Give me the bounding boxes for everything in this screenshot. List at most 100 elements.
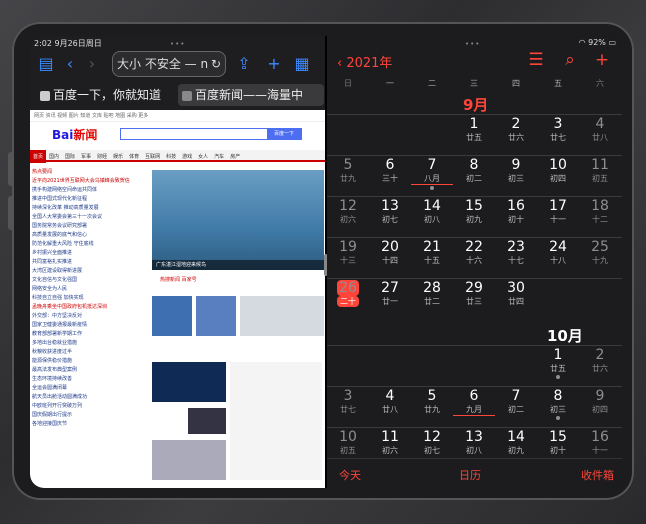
day-cell[interactable]: 15 初十 bbox=[537, 429, 579, 456]
day-cell[interactable]: 12 初六 bbox=[327, 198, 369, 225]
day-cell[interactable]: 23 十七 bbox=[495, 239, 537, 266]
news-nav-item[interactable]: 国内 bbox=[46, 150, 62, 163]
news-headline[interactable]: 国务院常务会议研究部署 bbox=[32, 222, 150, 231]
news-headline[interactable]: 防范化解重大风险 守住底线 bbox=[32, 240, 150, 249]
day-cell[interactable]: 10 初四 bbox=[537, 157, 579, 184]
news-image-small[interactable] bbox=[188, 408, 226, 434]
list-view-icon[interactable]: ☰ bbox=[525, 50, 547, 70]
day-cell[interactable]: 1 廿五 bbox=[537, 347, 579, 379]
news-image-dark[interactable] bbox=[152, 362, 226, 402]
day-cell[interactable]: 29 廿三 bbox=[453, 280, 495, 307]
month-label[interactable]: 9月 bbox=[463, 94, 488, 115]
news-headline[interactable]: 文化自信与文化强国 bbox=[32, 276, 150, 285]
day-cell[interactable]: 15 初九 bbox=[453, 198, 495, 225]
year-back-button[interactable]: ‹ 2021年 bbox=[337, 52, 392, 71]
news-nav-item[interactable]: 军事 bbox=[78, 150, 94, 163]
day-cell[interactable]: 7 八月 bbox=[411, 157, 453, 190]
day-cell[interactable]: 25 十九 bbox=[579, 239, 621, 266]
day-cell[interactable]: 2 廿六 bbox=[579, 347, 621, 374]
day-cell[interactable]: 14 初九 bbox=[495, 429, 537, 456]
news-headline[interactable]: 网络安全为人民 bbox=[32, 285, 150, 294]
day-cell[interactable]: 5 廿九 bbox=[411, 388, 453, 415]
news-headline[interactable]: 国庆假期出行提示 bbox=[32, 411, 150, 420]
news-nav-item[interactable]: 互联网 bbox=[142, 150, 163, 163]
baidu-news-logo[interactable]: Bai新闻 bbox=[52, 126, 97, 143]
news-nav-item[interactable]: 房产 bbox=[227, 150, 243, 163]
day-cell[interactable]: 11 初六 bbox=[369, 429, 411, 456]
news-headline[interactable]: 航天员出舱活动圆满成功 bbox=[32, 393, 150, 402]
hero-image-birds[interactable]: 广东湛江湿地迎来候鸟 bbox=[152, 170, 324, 270]
news-nav-item[interactable]: 科技 bbox=[163, 150, 179, 163]
tab-overview-icon[interactable]: ▦ bbox=[292, 54, 312, 74]
news-headline[interactable]: 全国人大常委会第三十一次会议 bbox=[32, 213, 150, 222]
news-headline[interactable]: 能源保供稳价措施 bbox=[32, 357, 150, 366]
news-headline[interactable]: 热点要闻 bbox=[32, 168, 150, 177]
tab-baidu-news[interactable]: 百度新闻——海量中 bbox=[178, 84, 324, 106]
day-cell[interactable]: 4 廿八 bbox=[579, 116, 621, 143]
news-search-input[interactable]: 百度一下 bbox=[120, 128, 302, 140]
day-cell[interactable]: 3 廿七 bbox=[327, 388, 369, 415]
promo-thumb-2[interactable] bbox=[196, 296, 236, 336]
news-headline[interactable]: 各地迎接国庆节 bbox=[32, 420, 150, 429]
day-cell[interactable]: 18 十二 bbox=[579, 198, 621, 225]
back-icon[interactable]: ‹ bbox=[60, 54, 80, 74]
day-cell[interactable]: 24 十八 bbox=[537, 239, 579, 266]
baidu-top-links[interactable]: 网页 资讯 视频 图片 知道 文库 贴吧 地图 采购 更多 bbox=[30, 110, 325, 122]
calendars-button[interactable]: 日历 bbox=[459, 467, 481, 483]
day-cell[interactable]: 6 三十 bbox=[369, 157, 411, 184]
news-nav-item[interactable]: 首页 bbox=[30, 150, 47, 163]
day-cell[interactable]: 30 廿四 bbox=[495, 280, 537, 307]
multitasking-grip-icon[interactable]: ••• bbox=[465, 40, 479, 48]
news-headline[interactable]: 大湾区建设取得新进展 bbox=[32, 267, 150, 276]
search-icon[interactable]: ⌕ bbox=[559, 50, 581, 70]
reload-icon[interactable]: ↻ bbox=[211, 52, 221, 76]
news-headline[interactable]: 教育部部署新学期工作 bbox=[32, 330, 150, 339]
news-headline[interactable]: 秋粮收获进度过半 bbox=[32, 348, 150, 357]
news-image-street[interactable] bbox=[152, 440, 226, 480]
promo-thumb-1[interactable] bbox=[152, 296, 192, 336]
address-bar[interactable]: 大小 不安全 — n ↻ bbox=[112, 51, 226, 77]
day-cell[interactable]: 1 廿五 bbox=[453, 116, 495, 143]
day-cell[interactable]: 16 十一 bbox=[579, 429, 621, 456]
day-cell[interactable]: 8 初三 bbox=[537, 388, 579, 420]
day-cell[interactable]: 9 初四 bbox=[579, 388, 621, 415]
close-tab-icon[interactable] bbox=[182, 90, 192, 101]
news-nav-item[interactable]: 游戏 bbox=[179, 150, 195, 163]
sidebar-icon[interactable]: ▤ bbox=[36, 54, 56, 74]
search-button[interactable]: 百度一下 bbox=[267, 129, 301, 139]
day-cell[interactable]: 11 初五 bbox=[579, 157, 621, 184]
day-cell[interactable]: 14 初八 bbox=[411, 198, 453, 225]
day-cell[interactable]: 22 十六 bbox=[453, 239, 495, 266]
day-cell[interactable]: 17 十一 bbox=[537, 198, 579, 225]
news-headline[interactable]: 最高法发布典型案例 bbox=[32, 366, 150, 375]
day-cell[interactable]: 13 初七 bbox=[369, 198, 411, 225]
news-headline[interactable]: 多地出台稳就业措施 bbox=[32, 339, 150, 348]
news-nav-item[interactable]: 国际 bbox=[62, 150, 78, 163]
day-cell[interactable]: 7 初二 bbox=[495, 388, 537, 415]
day-cell[interactable]: 8 初二 bbox=[453, 157, 495, 184]
day-cell[interactable]: 27 廿一 bbox=[369, 280, 411, 307]
news-text-column[interactable] bbox=[230, 362, 322, 480]
day-cell[interactable]: 12 初七 bbox=[411, 429, 453, 456]
day-cell[interactable]: 20 十四 bbox=[369, 239, 411, 266]
news-headline[interactable]: 近平向2021世界互联网大会乌镇峰会致贺信 bbox=[32, 177, 150, 186]
day-cell[interactable]: 5 廿九 bbox=[327, 157, 369, 184]
news-headline[interactable]: 全运会圆满闭幕 bbox=[32, 384, 150, 393]
news-nav-item[interactable]: 女人 bbox=[195, 150, 211, 163]
news-nav-item[interactable]: 财经 bbox=[94, 150, 110, 163]
news-headline[interactable]: 中欧班列开行突破万列 bbox=[32, 402, 150, 411]
month-label[interactable]: 10月 bbox=[547, 325, 583, 346]
news-nav-item[interactable]: 体育 bbox=[126, 150, 142, 163]
add-event-icon[interactable]: + bbox=[591, 50, 613, 70]
news-nav-item[interactable]: 汽车 bbox=[211, 150, 227, 163]
news-headline[interactable]: 科技自立自强 加快实现 bbox=[32, 294, 150, 303]
news-headline[interactable]: 持续深化改革 推动高质量发展 bbox=[32, 204, 150, 213]
forward-icon[interactable]: › bbox=[82, 54, 102, 74]
news-headline[interactable]: 高质量发展的底气和信心 bbox=[32, 231, 150, 240]
day-cell[interactable]: 2 廿六 bbox=[495, 116, 537, 143]
news-headline[interactable]: 推进中国式现代化新征程 bbox=[32, 195, 150, 204]
inbox-button[interactable]: 收件箱 bbox=[581, 467, 614, 483]
day-cell[interactable]: 9 初三 bbox=[495, 157, 537, 184]
day-cell[interactable]: 16 初十 bbox=[495, 198, 537, 225]
day-cell[interactable]: 10 初五 bbox=[327, 429, 369, 456]
